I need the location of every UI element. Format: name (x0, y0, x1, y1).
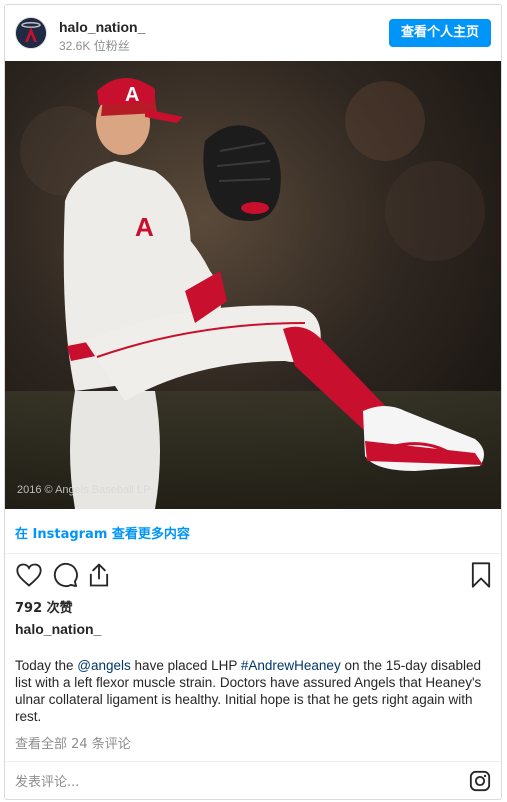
avatar[interactable] (15, 17, 47, 49)
view-profile-button[interactable]: 查看个人主页 (388, 19, 491, 47)
view-more-section: 在 Instagram 查看更多内容 (5, 509, 501, 554)
like-count[interactable]: 792 次赞 (15, 597, 73, 616)
photo-watermark: 2016 © Angels Baseball LP (17, 484, 150, 496)
caption-username[interactable]: halo_nation_ (15, 621, 101, 637)
share-icon[interactable] (85, 561, 113, 589)
follower-count: 32.6K 位粉丝 (59, 39, 130, 53)
hashtag-link[interactable]: #AndrewHeaney (241, 658, 341, 673)
cap-logo: A (125, 84, 139, 106)
post-header: halo_nation_ 32.6K 位粉丝 查看个人主页 (5, 5, 501, 61)
heart-icon[interactable] (15, 561, 43, 589)
view-more-link[interactable]: 在 Instagram 查看更多内容 (15, 523, 190, 542)
instagram-icon[interactable] (469, 770, 491, 792)
pitcher-photo: A A 2016 © Angels Baseball LP (5, 61, 501, 509)
jersey-logo: A (135, 212, 154, 242)
comment-bar (5, 761, 501, 800)
instagram-embed-card: halo_nation_ 32.6K 位粉丝 查看个人主页 A A 2016 ©… (4, 4, 502, 800)
comment-input[interactable] (13, 768, 437, 796)
comment-icon[interactable] (51, 561, 79, 589)
view-all-comments-link[interactable]: 查看全部 24 条评论 (15, 733, 131, 752)
angels-logo-icon (16, 18, 46, 48)
mention-link[interactable]: @angels (77, 658, 131, 673)
post-caption: Today the @angels have placed LHP #Andre… (15, 657, 495, 725)
caption-text: have placed LHP (130, 658, 241, 673)
action-bar (5, 557, 501, 597)
caption-text: Today the (15, 658, 78, 673)
bookmark-icon[interactable] (467, 561, 495, 589)
post-photo[interactable]: A A 2016 © Angels Baseball LP (5, 61, 501, 509)
username[interactable]: halo_nation_ (59, 19, 145, 35)
